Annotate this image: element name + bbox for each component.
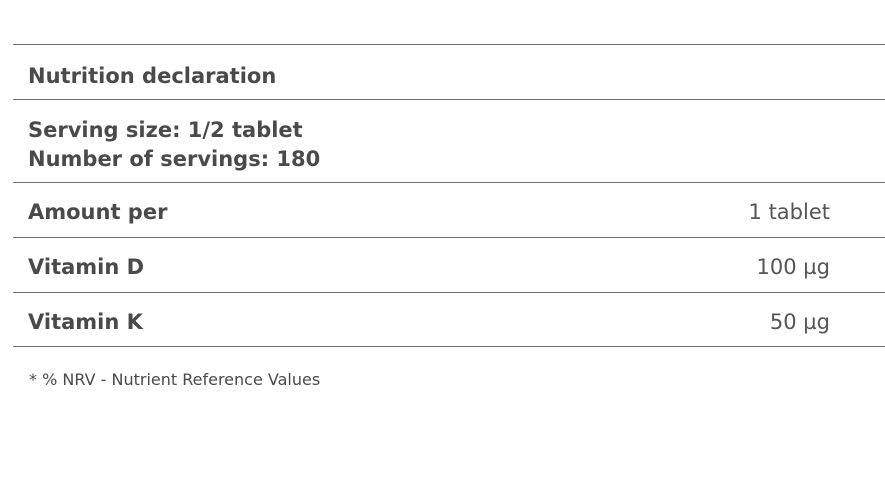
- row-label: Vitamin D: [28, 255, 145, 279]
- servings-count: Number of servings: 180: [28, 147, 321, 171]
- table-header-row: Nutrition declaration: [13, 45, 885, 100]
- serving-size: Serving size: 1/2 tablet: [28, 118, 303, 142]
- nutrition-table: Nutrition declaration Serving size: 1/2 …: [13, 44, 885, 347]
- table-row-vitamin-k: Vitamin K 50 µg: [13, 293, 885, 347]
- row-label: Amount per: [28, 200, 168, 224]
- table-row-vitamin-d: Vitamin D 100 µg: [13, 238, 885, 293]
- row-value: 50 µg: [769, 310, 830, 334]
- table-row-amount-per: Amount per 1 tablet: [13, 183, 885, 238]
- serving-info: Serving size: 1/2 tablet Number of servi…: [28, 116, 320, 174]
- row-value: 1 tablet: [748, 200, 830, 224]
- row-label: Vitamin K: [28, 310, 143, 334]
- nrv-footnote: * % NRV - Nutrient Reference Values: [29, 370, 321, 389]
- serving-info-row: Serving size: 1/2 tablet Number of servi…: [13, 100, 885, 183]
- row-value: 100 µg: [756, 255, 830, 279]
- table-title: Nutrition declaration: [28, 64, 277, 88]
